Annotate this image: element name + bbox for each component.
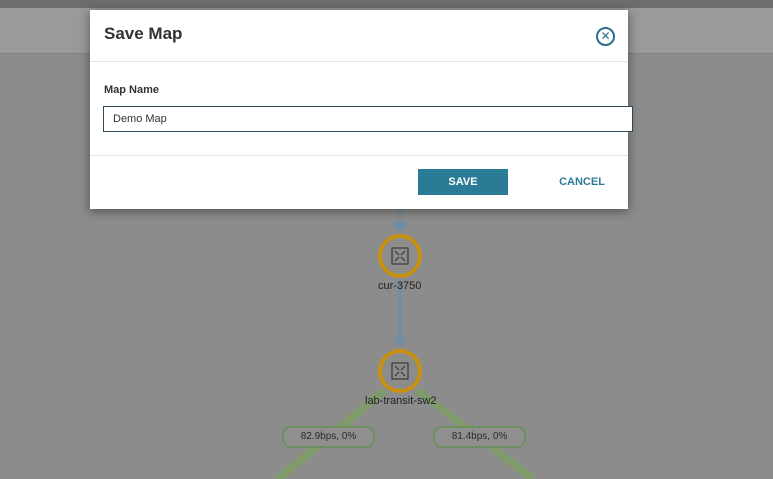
map-name-input[interactable] <box>103 106 633 132</box>
cancel-button[interactable]: CANCEL <box>542 169 622 195</box>
link-utilization-label[interactable]: 82.9bps, 0% <box>282 426 375 448</box>
save-map-dialog: Save Map ✕ Map Name SAVE CANCEL <box>90 10 633 209</box>
arrow-down-icon <box>391 337 409 347</box>
arrow-down-icon <box>391 222 409 232</box>
dialog-divider <box>90 155 628 156</box>
node-label: cur-3750 <box>378 280 422 292</box>
node-label: lab-transit-sw2 <box>365 395 437 407</box>
link-utilization-label[interactable]: 81.4bps, 0% <box>433 426 526 448</box>
map-node-cur-3750[interactable] <box>378 234 422 278</box>
map-node-lab-transit-sw2[interactable] <box>378 349 422 393</box>
dialog-header: Save Map ✕ <box>90 10 628 62</box>
close-icon[interactable]: ✕ <box>596 27 615 46</box>
save-button[interactable]: SAVE <box>418 169 508 195</box>
map-name-label: Map Name <box>104 84 160 96</box>
dialog-title: Save Map <box>104 24 183 43</box>
